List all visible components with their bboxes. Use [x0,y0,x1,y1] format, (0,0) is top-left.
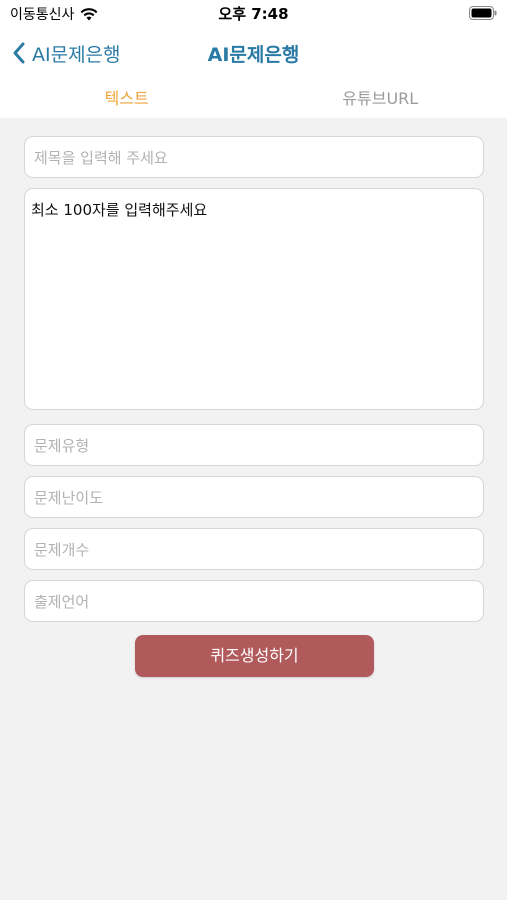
tab-text[interactable]: 텍스트 [0,80,254,118]
status-time: 오후 7:48 [218,5,289,23]
question-count-field[interactable]: 문제개수 [24,528,484,570]
language-field[interactable]: 출제언어 [24,580,484,622]
title-input-placeholder: 제목을 입력해 주세요 [34,148,168,167]
question-type-field[interactable]: 문제유형 [24,424,484,466]
content-textarea-placeholder: 최소 100자를 입력해주세요 [31,201,208,219]
difficulty-placeholder: 문제난이도 [34,488,104,507]
status-bar: 이동통신사 오후 7:48 [0,0,507,26]
create-quiz-button[interactable]: 퀴즈생성하기 [135,635,374,677]
content-textarea[interactable]: 최소 100자를 입력해주세요 [24,188,484,410]
title-input[interactable]: 제목을 입력해 주세요 [24,136,484,178]
tab-youtube-url[interactable]: 유튜브URL [254,80,507,118]
battery-icon [469,6,497,20]
tab-bar: 텍스트 유튜브URL [0,80,507,118]
language-placeholder: 출제언어 [34,592,90,611]
question-count-placeholder: 문제개수 [34,540,90,559]
quiz-form: 제목을 입력해 주세요 최소 100자를 입력해주세요 문제유형 문제난이도 문… [24,136,484,622]
navigation-bar: AI문제은행 AI문제은행 [0,26,507,81]
question-type-placeholder: 문제유형 [34,436,90,455]
page-title: AI문제은행 [207,44,300,66]
difficulty-field[interactable]: 문제난이도 [24,476,484,518]
